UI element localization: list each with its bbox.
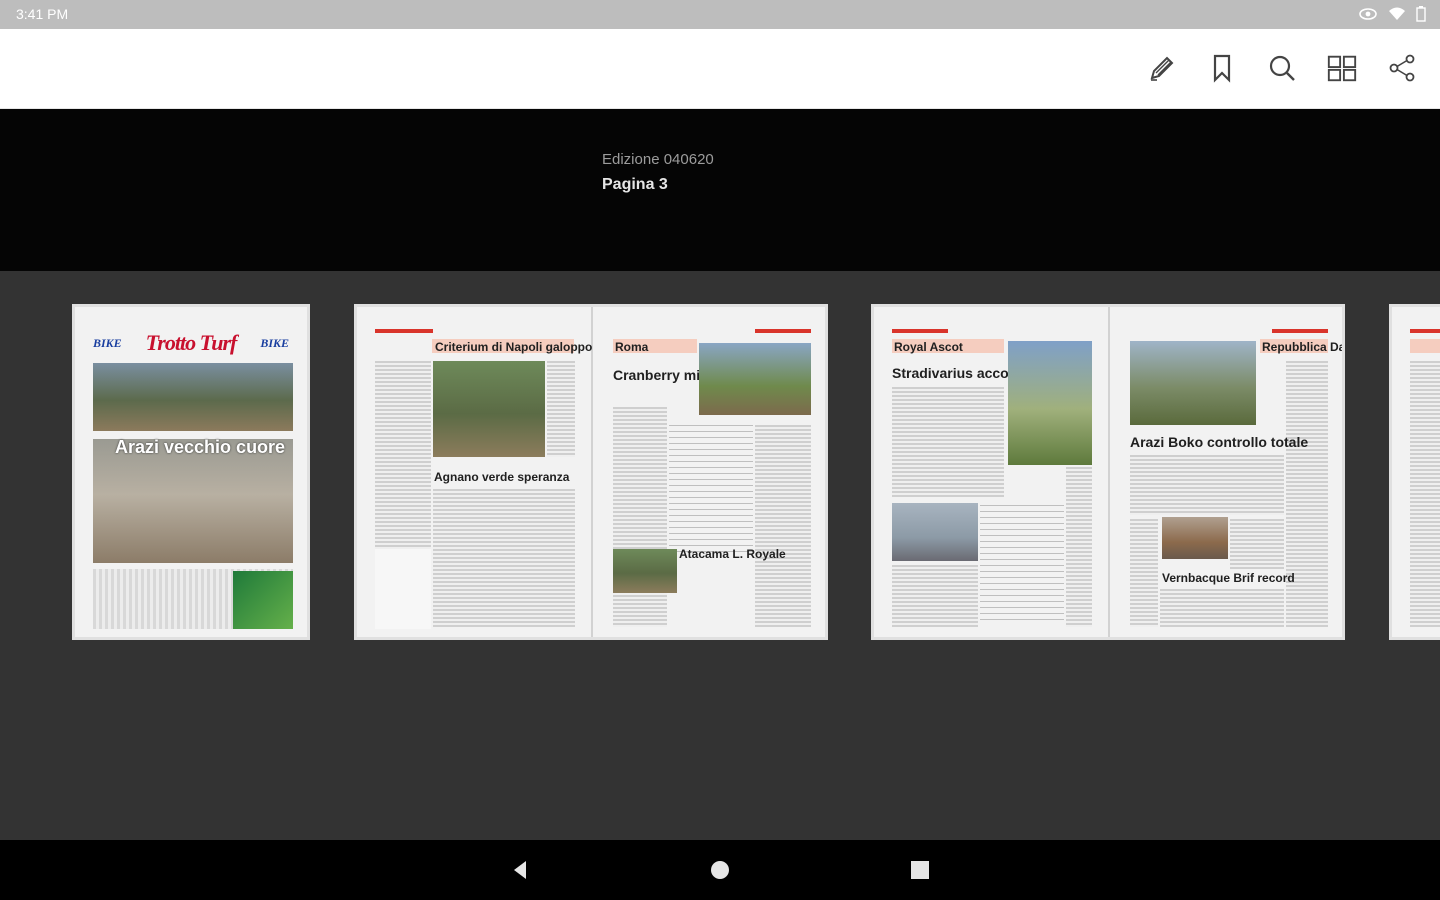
- recents-icon: [911, 861, 929, 879]
- status-bar: 3:41 PM: [0, 0, 1440, 29]
- left-top-label: Royal Ascot: [894, 340, 963, 354]
- system-nav-bar: [0, 840, 1440, 900]
- spread-fold: [591, 307, 593, 637]
- ad-block: [375, 549, 431, 629]
- cover-headline: Arazi vecchio cuore: [115, 437, 286, 457]
- back-button[interactable]: [508, 858, 532, 882]
- text-column: [1130, 455, 1284, 515]
- right-top-label: Roma: [615, 340, 649, 354]
- text-column: [433, 489, 575, 627]
- page-thumbnail-strip[interactable]: BIKE Trotto Turf BIKE Arazi vecchio cuor…: [0, 271, 1440, 840]
- text-column: [1160, 589, 1284, 627]
- search-icon: [1269, 55, 1295, 81]
- bookmark-icon: [1213, 54, 1231, 83]
- masthead: BIKE Trotto Turf BIKE: [93, 327, 289, 359]
- wifi-icon: [1388, 7, 1406, 26]
- masthead-bike-right: BIKE: [260, 335, 289, 350]
- masthead-title: Trotto Turf: [145, 330, 238, 355]
- race-photo: [433, 361, 545, 457]
- section-bar: [1410, 329, 1440, 333]
- race-photo: [699, 343, 811, 415]
- share-button[interactable]: [1386, 49, 1418, 87]
- app-root: 3:41 PM Edizione 040620 Pagina 3 BIKE Tr…: [0, 0, 1440, 900]
- status-time: 3:41 PM: [16, 6, 69, 22]
- cover-ad-bet: [233, 571, 293, 629]
- right-bottom-headline: Atacama L. Royale: [679, 547, 786, 561]
- results-table: [980, 505, 1064, 625]
- page-thumbnail-spread-4-5[interactable]: Royal Ascot Stradivarius accorda Repubbl…: [871, 304, 1345, 640]
- right-headline: Arazi Boko controllo totale: [1130, 434, 1309, 450]
- jockey-photo: [1008, 341, 1092, 465]
- section-bar: [1272, 329, 1328, 333]
- race-photo-small: [1162, 517, 1228, 559]
- annotate-icon: [1150, 56, 1174, 81]
- home-icon: [711, 861, 729, 879]
- edition-header: Edizione 040620 Pagina 3: [0, 109, 1440, 271]
- text-column: [1410, 361, 1440, 627]
- pages-icon: [1327, 55, 1357, 82]
- share-icon: [1389, 54, 1415, 82]
- text-column: [1130, 519, 1158, 627]
- royal-photo: [892, 503, 978, 561]
- results-table: [669, 425, 753, 555]
- annotate-button[interactable]: [1146, 49, 1178, 87]
- top-toolbar: [0, 29, 1440, 109]
- text-column: [892, 387, 1004, 497]
- edition-label: Edizione 040620: [602, 151, 714, 168]
- race-photo-small: [613, 549, 677, 593]
- text-column: [1286, 361, 1328, 627]
- eye-icon: [1358, 7, 1378, 26]
- bookmark-button[interactable]: [1206, 49, 1238, 87]
- text-column: [547, 361, 575, 457]
- left-headline: Agnano verde speranza: [434, 470, 570, 484]
- text-column: [755, 425, 811, 627]
- home-button[interactable]: [708, 858, 732, 882]
- masthead-bike-left: BIKE: [93, 335, 122, 350]
- recents-button[interactable]: [908, 858, 932, 882]
- section-bar: [755, 329, 811, 333]
- section-bar: [375, 329, 433, 333]
- page-label: Pagina 3: [602, 176, 668, 193]
- headline-band: [1410, 339, 1440, 353]
- battery-icon: [1416, 6, 1426, 27]
- trotting-photo: [1130, 341, 1256, 425]
- text-column: [1230, 519, 1284, 569]
- text-column: [892, 565, 978, 627]
- cover-photo-race: [93, 363, 293, 431]
- left-top-headline: Criterium di Napoli galoppo: [435, 340, 593, 354]
- right-top-label: Repubblica Day: [1262, 340, 1345, 354]
- pages-button[interactable]: [1326, 49, 1358, 87]
- status-icons: [1358, 6, 1426, 27]
- right-bottom-headline: Vernbacque Brif record: [1162, 571, 1295, 585]
- text-column: [1066, 467, 1092, 627]
- search-button[interactable]: [1266, 49, 1298, 87]
- spread-fold: [1108, 307, 1110, 637]
- page-thumbnail-next[interactable]: [1389, 304, 1440, 640]
- back-icon: [514, 861, 526, 879]
- text-column: [613, 407, 667, 627]
- page-thumbnail-spread-2-3[interactable]: Criterium di Napoli galoppo Agnano verde…: [354, 304, 828, 640]
- page-thumbnail-cover[interactable]: BIKE Trotto Turf BIKE Arazi vecchio cuor…: [72, 304, 310, 640]
- section-bar: [892, 329, 948, 333]
- toolbar-actions: [1146, 49, 1418, 87]
